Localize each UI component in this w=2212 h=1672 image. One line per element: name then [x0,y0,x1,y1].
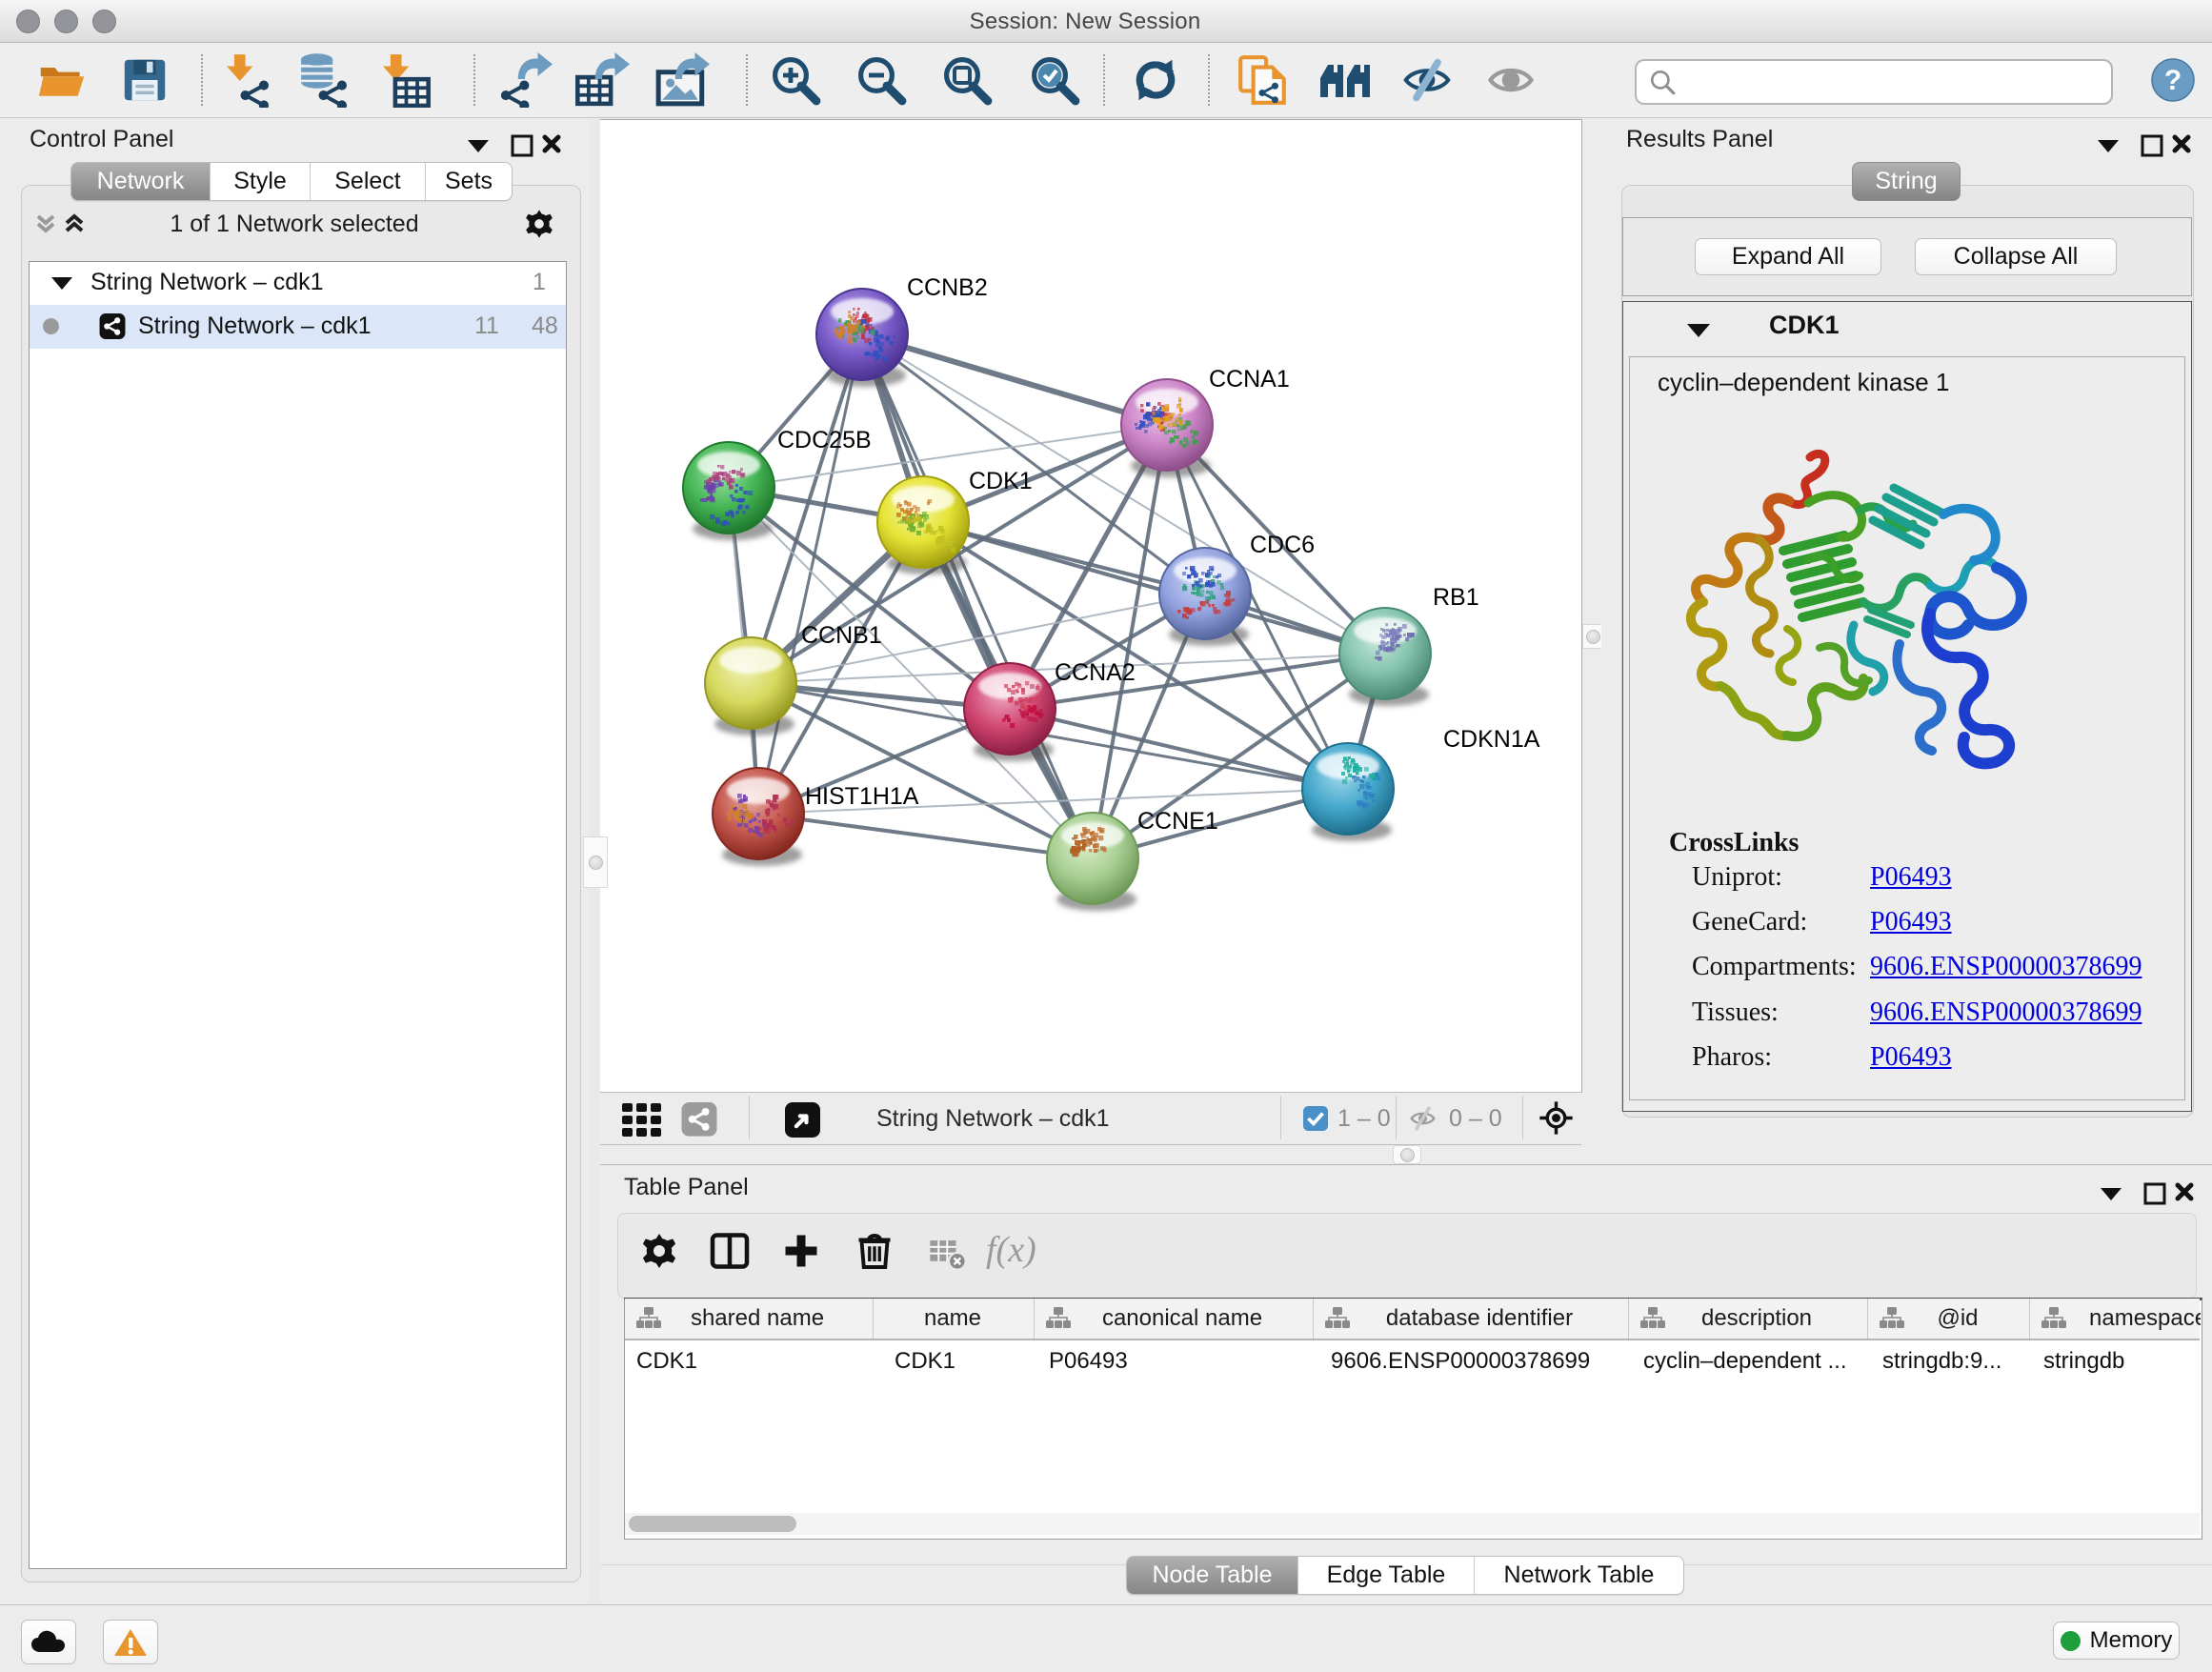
svg-text:?: ? [2164,65,2182,96]
